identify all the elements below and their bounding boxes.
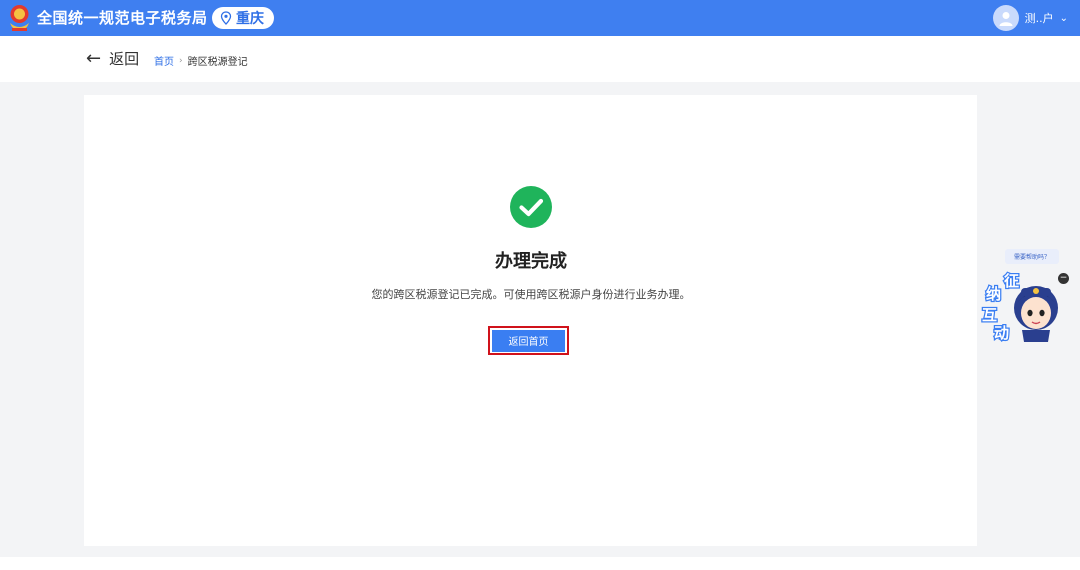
help-tooltip[interactable]: 需要帮助吗？ xyxy=(1005,249,1059,264)
breadcrumb: 首页 › 跨区税源登记 xyxy=(154,53,248,69)
success-check-icon xyxy=(510,186,552,228)
avatar[interactable] xyxy=(992,5,1019,31)
tax-emblem-icon xyxy=(10,5,29,31)
breadcrumb-home-link[interactable]: 首页 xyxy=(154,53,174,68)
result-message: 您的跨区税源登记已完成。可使用跨区税源户身份进行业务办理。 xyxy=(371,288,691,301)
user-icon xyxy=(999,12,1013,26)
result-title: 办理完成 xyxy=(495,251,567,272)
badge-char-1: 征 xyxy=(1004,272,1019,290)
close-assistant-icon[interactable]: − xyxy=(1058,273,1069,284)
assistant-mascot-icon[interactable]: 征 纳 互 动 xyxy=(978,268,1062,346)
region-name: 重庆 xyxy=(236,11,264,27)
breadcrumb-current: 跨区税源登记 xyxy=(187,57,248,68)
page-bottom xyxy=(0,557,1080,570)
user-name: 测..户 xyxy=(1024,12,1054,25)
breadcrumb-separator: › xyxy=(179,55,183,66)
return-home-button[interactable]: 返回首页 xyxy=(492,329,565,352)
highlight-frame: 返回首页 xyxy=(488,326,569,355)
badge-char-2: 纳 xyxy=(986,285,1001,303)
chevron-down-icon[interactable]: ⌄ xyxy=(1060,13,1068,24)
user-menu[interactable]: 测..户 ⌄ xyxy=(992,4,1068,32)
badge-char-3: 互 xyxy=(982,306,997,324)
arrow-left-icon: ← xyxy=(86,47,102,69)
top-bar: 全国统一规范电子税务局 重庆 测..户 ⌄ xyxy=(0,0,1080,36)
result-card xyxy=(84,95,977,546)
badge-char-4: 动 xyxy=(994,324,1009,342)
back-label: 返回 xyxy=(109,50,140,68)
breadcrumb-bar: ← 返回 首页 › 跨区税源登记 xyxy=(0,36,1080,82)
app-title[interactable]: 全国统一规范电子税务局 xyxy=(37,7,208,28)
region-selector[interactable]: 重庆 xyxy=(212,7,274,29)
back-button[interactable]: ← 返回 xyxy=(86,48,139,69)
location-pin-icon xyxy=(220,11,232,25)
